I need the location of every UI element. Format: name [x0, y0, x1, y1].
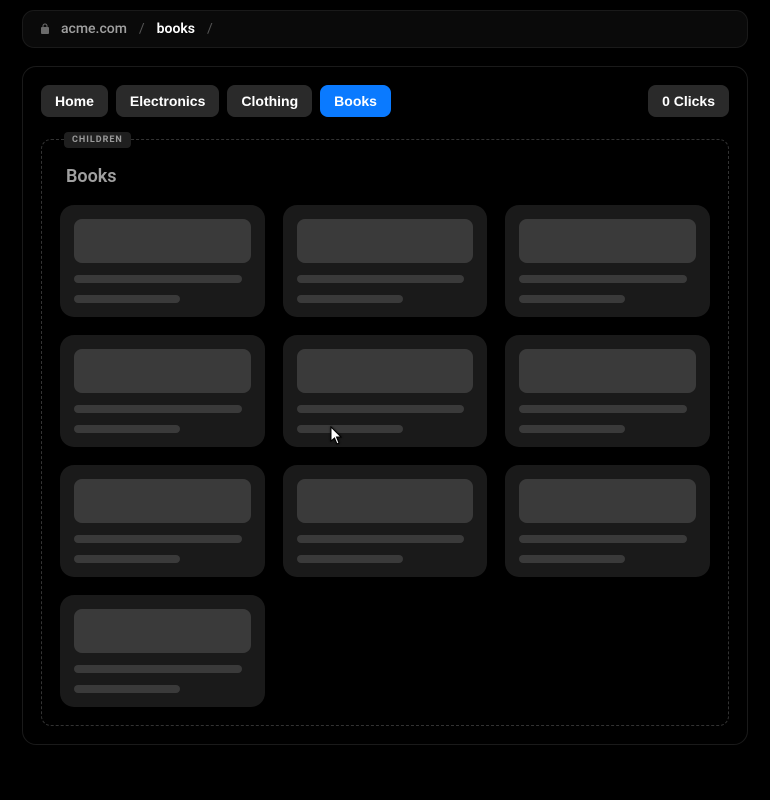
skeleton-line: [519, 535, 687, 543]
skeleton-line: [519, 425, 625, 433]
skeleton-hero: [297, 479, 474, 523]
card-skeleton[interactable]: [60, 335, 265, 447]
skeleton-hero: [74, 219, 251, 263]
skeleton-hero: [297, 219, 474, 263]
card-skeleton[interactable]: [60, 465, 265, 577]
skeleton-line: [74, 535, 242, 543]
skeleton-line: [74, 685, 180, 693]
skeleton-hero: [74, 609, 251, 653]
cards-grid: [60, 205, 710, 707]
card-skeleton[interactable]: [283, 205, 488, 317]
skeleton-line: [519, 295, 625, 303]
skeleton-hero: [74, 479, 251, 523]
card-skeleton[interactable]: [505, 205, 710, 317]
url-path: books: [157, 21, 195, 37]
tab-home[interactable]: Home: [41, 85, 108, 117]
skeleton-line: [74, 295, 180, 303]
skeleton-line: [297, 555, 403, 563]
skeleton-line: [74, 665, 242, 673]
skeleton-line: [74, 405, 242, 413]
url-bar[interactable]: acme.com / books /: [22, 10, 748, 48]
section-title: Books: [60, 166, 710, 187]
skeleton-hero: [519, 219, 696, 263]
card-skeleton[interactable]: [60, 595, 265, 707]
tabs-group: Home Electronics Clothing Books: [41, 85, 391, 117]
card-skeleton[interactable]: [283, 335, 488, 447]
card-skeleton[interactable]: [60, 205, 265, 317]
tab-clothing[interactable]: Clothing: [227, 85, 312, 117]
url-host: acme.com: [61, 21, 127, 37]
skeleton-line: [297, 405, 465, 413]
skeleton-line: [297, 425, 403, 433]
skeleton-line: [297, 535, 465, 543]
tab-books[interactable]: Books: [320, 85, 391, 117]
skeleton-hero: [519, 479, 696, 523]
skeleton-line: [297, 295, 403, 303]
skeleton-hero: [519, 349, 696, 393]
card-skeleton[interactable]: [505, 465, 710, 577]
lock-icon: [39, 23, 51, 35]
children-panel: CHILDREN Books: [41, 139, 729, 726]
skeleton-hero: [297, 349, 474, 393]
skeleton-line: [74, 275, 242, 283]
skeleton-line: [519, 405, 687, 413]
app-frame: Home Electronics Clothing Books 0 Clicks…: [22, 66, 748, 745]
children-badge: CHILDREN: [64, 132, 131, 148]
skeleton-line: [297, 275, 465, 283]
skeleton-line: [519, 555, 625, 563]
skeleton-hero: [74, 349, 251, 393]
url-separator: /: [139, 21, 145, 37]
clicks-button[interactable]: 0 Clicks: [648, 85, 729, 117]
skeleton-line: [74, 555, 180, 563]
skeleton-line: [519, 275, 687, 283]
skeleton-line: [74, 425, 180, 433]
url-trailing-separator: /: [207, 21, 213, 37]
card-skeleton[interactable]: [283, 465, 488, 577]
topbar: Home Electronics Clothing Books 0 Clicks: [41, 85, 729, 117]
tab-electronics[interactable]: Electronics: [116, 85, 219, 117]
card-skeleton[interactable]: [505, 335, 710, 447]
